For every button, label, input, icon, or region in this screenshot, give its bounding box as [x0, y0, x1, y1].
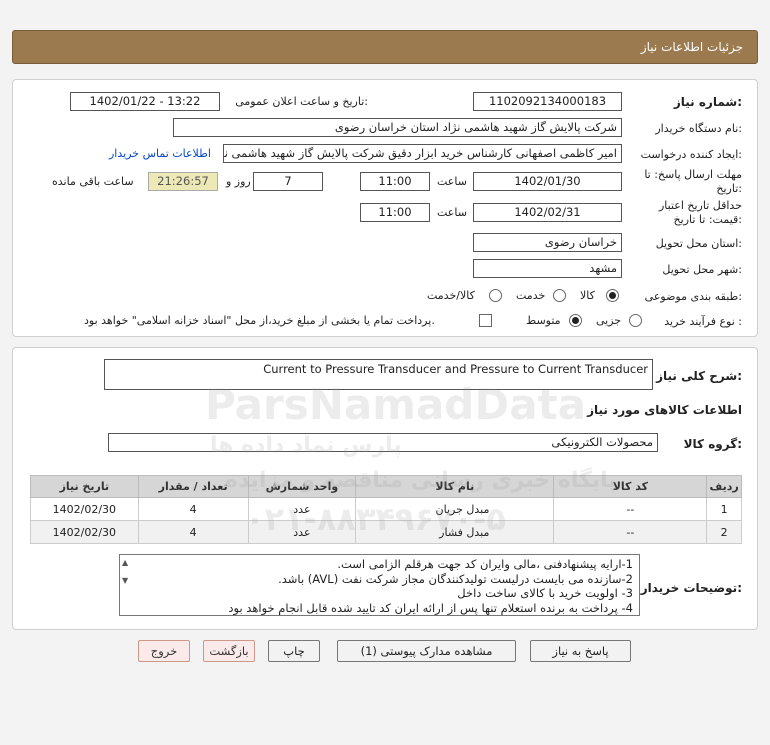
buyer-contact-link[interactable]: اطلاعات تماس خریدار: [109, 147, 211, 160]
creator-label: ایجاد کننده درخواست:: [640, 148, 742, 161]
row-name: مبدل فشار: [355, 520, 555, 544]
validity-time-field: 11:00: [360, 203, 430, 222]
treasury-checkbox[interactable]: [479, 314, 492, 327]
table-row[interactable]: 2 -- مبدل فشار عدد 4 1402/02/30: [30, 520, 742, 544]
col-date-header: تاریخ نیاز: [30, 475, 139, 498]
category-label: طبقه بندی موضوعی:: [644, 290, 742, 303]
days-field: 7: [253, 172, 323, 191]
row-name: مبدل جریان: [355, 497, 555, 521]
category-goods-radio[interactable]: [606, 289, 619, 302]
row-qty: 4: [137, 497, 249, 521]
process-medium-label: متوسط: [526, 314, 561, 327]
goods-group-label: گروه کالا:: [683, 437, 742, 451]
city-label: شهر محل تحویل:: [662, 263, 742, 276]
note-line: 3- اولویت خرید با کالای ساخت داخل: [457, 586, 633, 600]
reply-deadline-label: مهلت ارسال پاسخ: تا تاریخ:: [644, 168, 742, 195]
row-qty: 4: [137, 520, 249, 544]
buyer-org-label: نام دستگاه خریدار:: [655, 122, 742, 135]
goods-info-title: اطلاعات کالاهای مورد نیاز: [587, 403, 742, 417]
city-field: مشهد: [473, 259, 622, 278]
scroll-up-icon[interactable]: ▲: [122, 558, 132, 568]
col-name-header: نام کالا: [355, 475, 555, 498]
note-line: 1-ارایه پیشنهادفنی ،مالی وایران کد جهت ه…: [337, 557, 633, 571]
category-service-label: خدمت: [516, 289, 546, 302]
remaining-label: ساعت باقی مانده: [52, 175, 134, 188]
exit-button[interactable]: خروج: [138, 640, 190, 662]
print-button[interactable]: چاپ: [268, 640, 320, 662]
validity-label: حداقل تاریخ اعتبار قیمت: تا تاریخ:: [658, 199, 742, 226]
row-code: --: [553, 520, 708, 544]
reply-button[interactable]: پاسخ به نیاز: [530, 640, 631, 662]
reply-time-field: 11:00: [360, 172, 430, 191]
row-index: 1: [706, 497, 742, 521]
row-date: 1402/02/30: [30, 497, 139, 521]
page-title: جزئیات اطلاعات نیاز: [640, 40, 743, 54]
category-goods-label: کالا: [580, 289, 595, 302]
row-code: --: [553, 497, 708, 521]
validity-time-label: ساعت: [437, 206, 467, 219]
note-line: 4- پرداخت به برنده استعلام تنها پس از ار…: [228, 600, 633, 615]
buyer-org-field: شرکت پالایش گاز شهید هاشمی نژاد استان خر…: [173, 118, 622, 137]
days-label: روز و: [226, 175, 251, 188]
remaining-timer: 21:26:57: [148, 172, 218, 191]
scroll-down-icon[interactable]: ▼: [122, 576, 132, 586]
reply-time-label: ساعت: [437, 175, 467, 188]
row-unit: عدد: [247, 497, 357, 521]
province-field: خراسان رضوی: [473, 233, 622, 252]
process-medium-radio[interactable]: [569, 314, 582, 327]
items-table: ردیف کد کالا نام کالا واحد شمارش تعداد /…: [30, 475, 742, 544]
page-header: جزئیات اطلاعات نیاز: [12, 30, 758, 64]
process-minor-radio[interactable]: [629, 314, 642, 327]
row-date: 1402/02/30: [30, 520, 139, 544]
col-row-header: ردیف: [706, 475, 742, 498]
description-label: شرح کلی نیاز:: [656, 369, 742, 383]
buyer-notes-field[interactable]: 1-ارایه پیشنهادفنی ،مالی وایران کد جهت ه…: [119, 554, 640, 616]
attachments-button[interactable]: مشاهده مدارک پیوستی (1): [337, 640, 516, 662]
province-label: استان محل تحویل:: [655, 237, 742, 250]
announce-field: 1402/01/22 - 13:22: [70, 92, 220, 111]
buyer-notes-label: توضیحات خریدار:: [640, 581, 742, 595]
announce-label: تاریخ و ساعت اعلان عمومی:: [235, 95, 368, 108]
row-unit: عدد: [247, 520, 357, 544]
description-field: Current to Pressure Transducer and Press…: [104, 359, 653, 390]
col-unit-header: واحد شمارش: [247, 475, 357, 498]
validity-date-field: 1402/02/31: [473, 203, 622, 222]
goods-group-field: محصولات الکترونیکی: [108, 433, 658, 452]
treasury-note: پرداخت تمام یا بخشی از مبلغ خرید،از محل …: [84, 314, 435, 327]
note-line: 2-سازنده می بایست درلیست تولیدکنندگان مج…: [278, 571, 633, 586]
col-qty-header: تعداد / مقدار: [137, 475, 249, 498]
process-minor-label: جزیی: [596, 314, 622, 327]
table-header-row: ردیف کد کالا نام کالا واحد شمارش تعداد /…: [30, 475, 742, 498]
row-index: 2: [706, 520, 742, 544]
category-service-radio[interactable]: [553, 289, 566, 302]
col-code-header: کد کالا: [553, 475, 708, 498]
category-both-radio[interactable]: [489, 289, 502, 302]
process-label: نوع فرآیند خرید :: [664, 315, 742, 328]
table-row[interactable]: 1 -- مبدل جریان عدد 4 1402/02/30: [30, 497, 742, 521]
reply-date-field: 1402/01/30: [473, 172, 622, 191]
need-number-field: 1102092134000183: [473, 92, 622, 111]
need-number-label: شماره نیاز:: [673, 95, 742, 109]
creator-field: امیر کاظمی اصفهانی کارشناس خرید ابزار دق…: [223, 144, 622, 163]
category-both-label: کالا/خدمت: [427, 289, 475, 302]
back-button[interactable]: بازگشت: [203, 640, 255, 662]
